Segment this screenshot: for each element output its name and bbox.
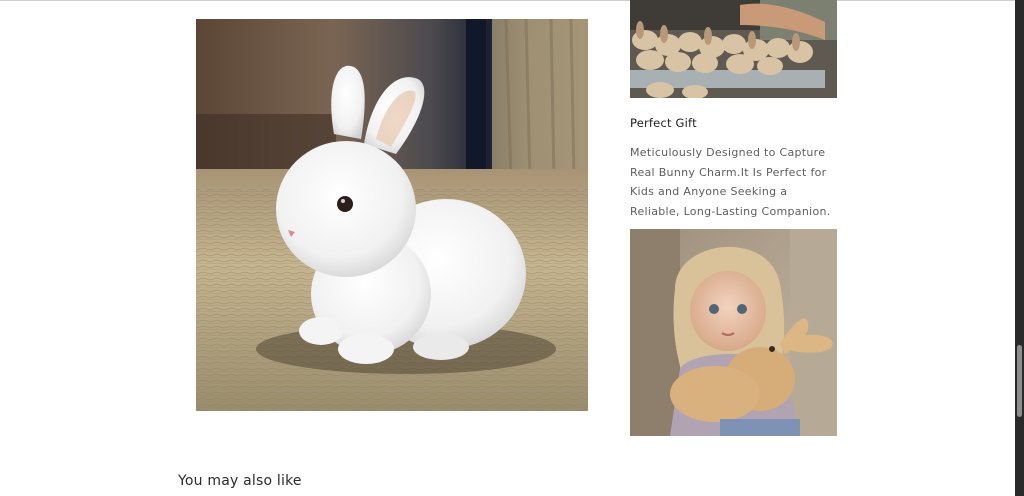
factory-image[interactable]	[630, 0, 837, 98]
scrollbar-thumb[interactable]	[1017, 345, 1022, 417]
you-may-also-like-heading: You may also like	[178, 473, 302, 489]
girl-with-bunny-image[interactable]	[630, 229, 837, 436]
feature-title: Perfect Gift	[630, 116, 697, 130]
main-product-image[interactable]	[196, 19, 588, 411]
page-scrollbar[interactable]	[1015, 0, 1024, 496]
top-divider	[0, 0, 1015, 1]
feature-description: Meticulously Designed to Capture Real Bu…	[630, 146, 831, 218]
